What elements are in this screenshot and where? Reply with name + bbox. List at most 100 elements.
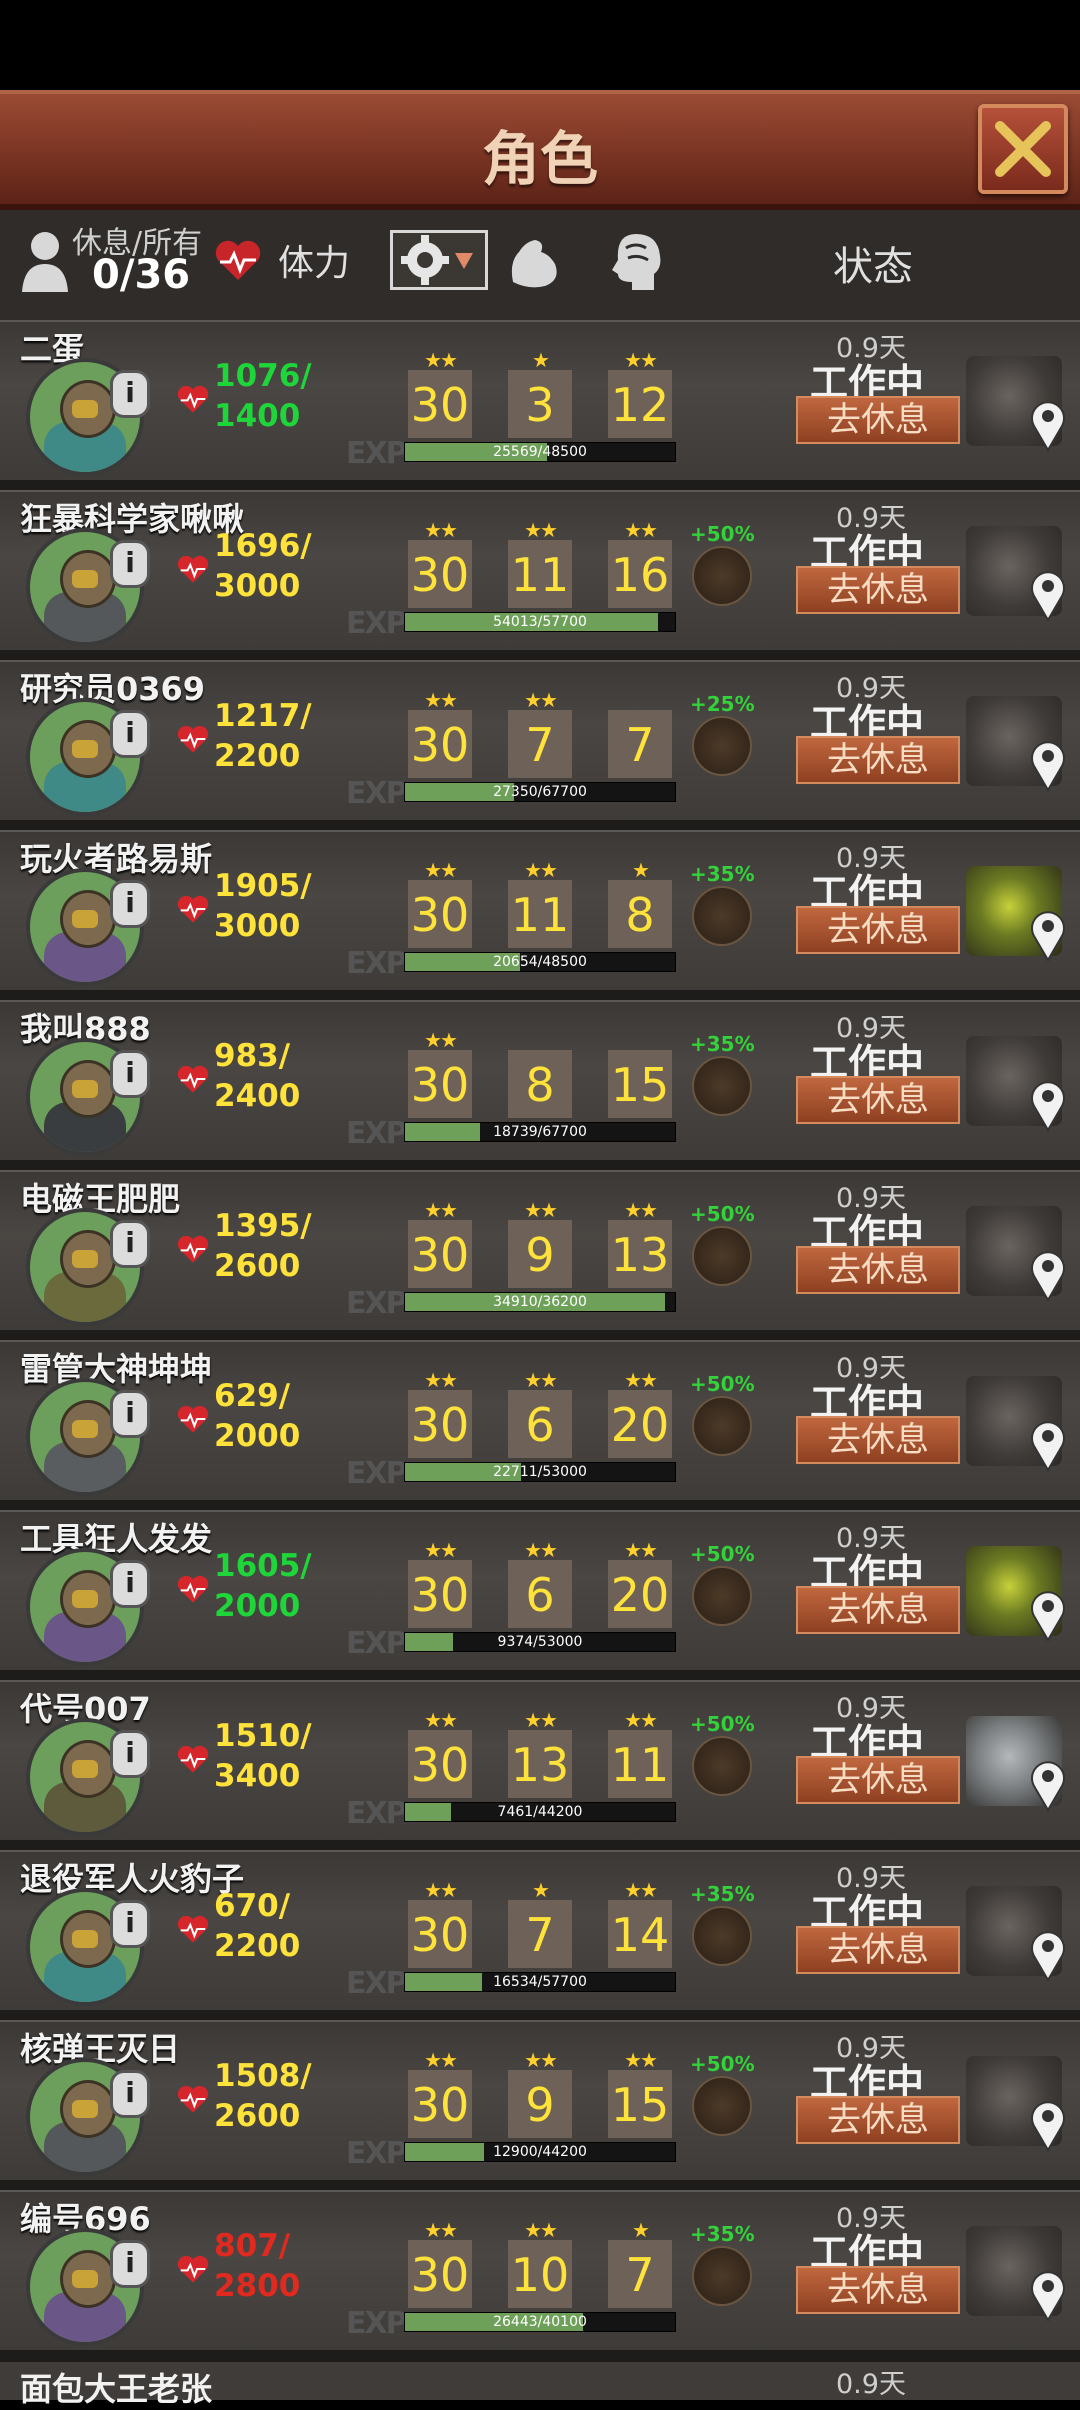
location-pin-icon[interactable] (1028, 396, 1068, 452)
location-pin-icon[interactable] (1028, 1246, 1068, 1302)
bonus-percent: +35% (690, 862, 755, 886)
list-item[interactable]: 电磁王肥肥 i 1395/ 2600 ★★ ★★ ★★ 30 9 13 EXP … (0, 1170, 1080, 1342)
location-pin-icon[interactable] (1028, 2096, 1068, 2152)
stat2-value: 10 (508, 2240, 572, 2308)
stamina-max: 2000 (214, 1588, 301, 1624)
stat1-value: 30 (408, 1730, 472, 1798)
list-item[interactable]: 编号696 i 807/ 2800 ★★ ★★ ★ 30 10 7 EXP 26… (0, 2190, 1080, 2362)
stat2-stars: ★★ (524, 2048, 558, 2072)
go-rest-button[interactable]: 去休息 (796, 396, 960, 444)
close-button[interactable] (978, 104, 1068, 194)
heart-icon (177, 1575, 209, 1603)
stamina-max: 3000 (214, 568, 301, 604)
info-button[interactable]: i (110, 1900, 150, 1948)
list-item[interactable]: 研究员0369 i 1217/ 2200 ★★ ★★ 30 7 7 EXP 27… (0, 660, 1080, 832)
go-rest-button[interactable]: 去休息 (796, 1076, 960, 1124)
exp-bar: 7461/44200 (404, 1802, 676, 1822)
go-rest-button[interactable]: 去休息 (796, 1416, 960, 1464)
stat2-value: 7 (508, 1900, 572, 1968)
stat1-stars: ★★ (424, 1538, 458, 1562)
info-button[interactable]: i (110, 540, 150, 588)
info-button[interactable]: i (110, 1730, 150, 1778)
stamina-max: 2400 (214, 1078, 301, 1114)
list-item[interactable]: 雷管大神坤坤 i 629/ 2000 ★★ ★★ ★★ 30 6 20 EXP … (0, 1340, 1080, 1512)
stat2-stars: ★★ (524, 1198, 558, 1222)
grenade-icon (692, 2076, 752, 2136)
stamina-current: 807/ (214, 2228, 291, 2264)
location-pin-icon[interactable] (1028, 1076, 1068, 1132)
go-rest-button[interactable]: 去休息 (796, 1756, 960, 1804)
exp-text: 34910/36200 (493, 1294, 587, 1310)
stat3-value: 7 (608, 710, 672, 778)
list-item[interactable]: 玩火者路易斯 i 1905/ 3000 ★★ ★★ ★ 30 11 8 EXP … (0, 830, 1080, 1002)
list-item[interactable]: 我叫888 i 983/ 2400 ★★ 30 8 15 EXP 18739/6… (0, 1000, 1080, 1172)
info-button[interactable]: i (110, 2240, 150, 2288)
list-item[interactable]: 工具狂人发发 i 1605/ 2000 ★★ ★★ ★★ 30 6 20 EXP… (0, 1510, 1080, 1682)
go-rest-button[interactable]: 去休息 (796, 566, 960, 614)
bonus-percent: +50% (690, 1542, 755, 1566)
shell-icon (692, 1906, 752, 1966)
go-rest-button[interactable]: 去休息 (796, 906, 960, 954)
stat3-value: 15 (608, 2070, 672, 2138)
detonator-icon (692, 1396, 752, 1456)
location-pin-icon[interactable] (1028, 2266, 1068, 2322)
info-button[interactable]: i (110, 2070, 150, 2118)
exp-text: 27350/67700 (493, 784, 587, 800)
bonus-percent: +35% (690, 1882, 755, 1906)
info-button[interactable]: i (110, 1050, 150, 1098)
info-button[interactable]: i (110, 1220, 150, 1268)
info-button[interactable]: i (110, 1560, 150, 1608)
exp-label: EXP (346, 1626, 408, 1661)
stat1-stars: ★★ (424, 1198, 458, 1222)
stat3-value: 14 (608, 1900, 672, 1968)
heart-icon (177, 1745, 209, 1773)
list-item[interactable]: 二蛋 i 1076/ 1400 ★★ ★ ★★ 30 3 12 EXP 2556… (0, 320, 1080, 492)
list-item[interactable]: 狂暴科学家啾啾 i 1696/ 3000 ★★ ★★ ★★ 30 11 16 E… (0, 490, 1080, 662)
exp-bar: 22711/53000 (404, 1462, 676, 1482)
muscle-icon[interactable] (505, 232, 565, 292)
location-pin-icon[interactable] (1028, 1586, 1068, 1642)
info-button[interactable]: i (110, 880, 150, 928)
info-button[interactable]: i (110, 710, 150, 758)
stat2-stars: ★★ (524, 858, 558, 882)
list-item-partial[interactable]: 面包大王老张 0.9天 (0, 2362, 1080, 2408)
info-button[interactable]: i (110, 370, 150, 418)
gear-sort-tab[interactable] (390, 230, 488, 290)
stat2-value: 9 (508, 1220, 572, 1288)
character-name: 退役军人火豹子 (20, 1860, 245, 1898)
stat3-value: 7 (608, 2240, 672, 2308)
go-rest-button[interactable]: 去休息 (796, 1926, 960, 1974)
character-name: 玩火者路易斯 (20, 840, 213, 878)
location-pin-icon[interactable] (1028, 566, 1068, 622)
list-item[interactable]: 退役军人火豹子 i 670/ 2200 ★★ ★ ★★ 30 7 14 EXP … (0, 1850, 1080, 2022)
exp-bar: 27350/67700 (404, 782, 676, 802)
avatar-mask (72, 1760, 98, 1778)
location-pin-icon[interactable] (1028, 1756, 1068, 1812)
brain-icon[interactable] (608, 230, 664, 294)
exp-label: EXP (346, 1286, 408, 1321)
go-rest-button[interactable]: 去休息 (796, 1246, 960, 1294)
go-rest-button[interactable]: 去休息 (796, 2096, 960, 2144)
exp-text: 12900/44200 (493, 2144, 587, 2160)
go-rest-button[interactable]: 去休息 (796, 1586, 960, 1634)
info-button[interactable]: i (110, 1390, 150, 1438)
location-pin-icon[interactable] (1028, 736, 1068, 792)
location-pin-icon[interactable] (1028, 1416, 1068, 1472)
go-rest-button[interactable]: 去休息 (796, 2266, 960, 2314)
stat1-stars: ★★ (424, 348, 458, 372)
exp-bar: 9374/53000 (404, 1632, 676, 1652)
heart-icon (177, 1235, 209, 1263)
stamina-max: 3000 (214, 908, 301, 944)
heart-icon (177, 385, 209, 413)
exp-text: 7461/44200 (497, 1804, 583, 1820)
go-rest-button[interactable]: 去休息 (796, 736, 960, 784)
stamina-sort-tab[interactable]: 体力 (278, 234, 350, 286)
list-item[interactable]: 代号007 i 1510/ 3400 ★★ ★★ ★★ 30 13 11 EXP… (0, 1680, 1080, 1852)
location-pin-icon[interactable] (1028, 1926, 1068, 1982)
heart-icon[interactable] (214, 238, 262, 282)
stamina-value: 1076/ 1400 (214, 356, 312, 436)
stamina-current: 670/ (214, 1888, 291, 1924)
list-item[interactable]: 核弹王灭日 i 1508/ 2600 ★★ ★★ ★★ 30 9 15 EXP … (0, 2020, 1080, 2192)
location-pin-icon[interactable] (1028, 906, 1068, 962)
character-name: 面包大王老张 (20, 2370, 213, 2408)
